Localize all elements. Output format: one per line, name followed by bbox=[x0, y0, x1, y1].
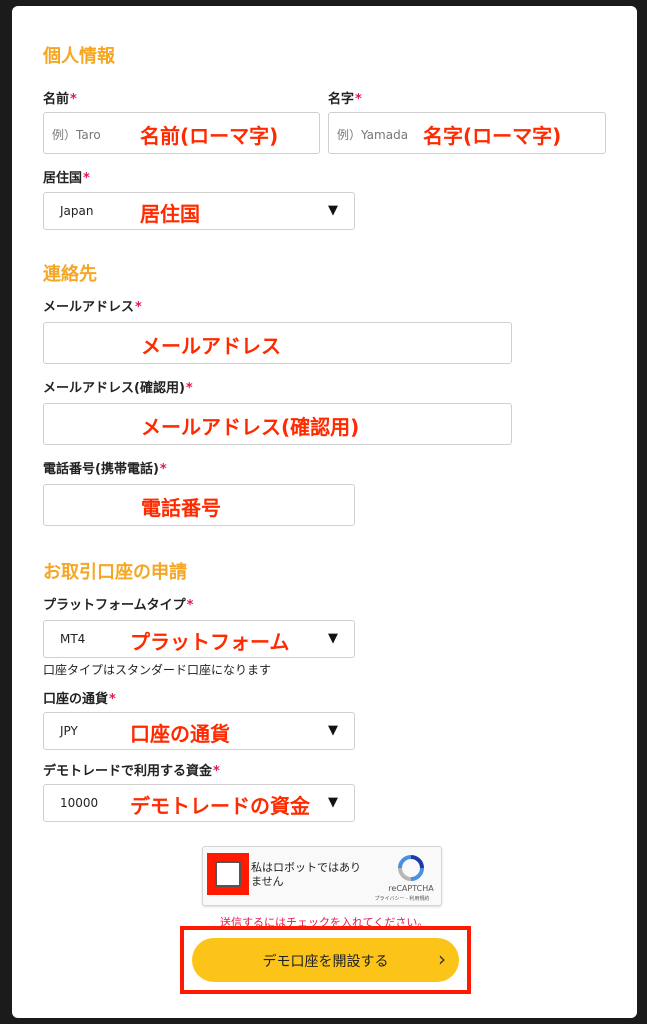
last-name-input[interactable]: 例）Yamada 名字(ローマ字) bbox=[328, 112, 606, 154]
email-annotation: メールアドレス bbox=[141, 334, 281, 358]
platform-annotation: プラットフォーム bbox=[130, 630, 290, 654]
phone-label: 電話番号(携帯電話)* bbox=[43, 462, 167, 477]
chevron-right-icon: › bbox=[438, 947, 446, 971]
country-label: 居住国* bbox=[43, 171, 90, 186]
section-title-contact: 連絡先 bbox=[43, 264, 97, 285]
chevron-down-icon: ▼ bbox=[328, 723, 338, 738]
currency-select[interactable]: JPY 口座の通貨 ▼ bbox=[43, 712, 355, 750]
currency-annotation: 口座の通貨 bbox=[130, 722, 230, 746]
funds-value: 10000 bbox=[60, 796, 99, 810]
recaptcha-widget: 私はロボットではありません reCAPTCHA プライバシー - 利用規約 bbox=[202, 846, 442, 906]
country-value: Japan bbox=[60, 204, 94, 218]
funds-label: デモトレードで利用する資金* bbox=[43, 764, 220, 779]
funds-select[interactable]: 10000 デモトレードの資金 ▼ bbox=[43, 784, 355, 822]
email-confirm-label: メールアドレス(確認用)* bbox=[43, 381, 193, 396]
chevron-down-icon: ▼ bbox=[328, 203, 338, 218]
first-name-label: 名前* bbox=[43, 92, 77, 107]
last-name-placeholder: 例）Yamada bbox=[337, 128, 409, 142]
first-name-annotation: 名前(ローマ字) bbox=[140, 124, 279, 148]
section-title-personal: 個人情報 bbox=[43, 46, 115, 67]
recaptcha-logo-icon bbox=[398, 855, 424, 881]
email-confirm-annotation: メールアドレス(確認用) bbox=[141, 415, 360, 439]
first-name-input[interactable]: 例）Taro 名前(ローマ字) bbox=[43, 112, 320, 154]
platform-value: MT4 bbox=[60, 632, 86, 646]
email-label: メールアドレス* bbox=[43, 300, 142, 315]
recaptcha-label: 私はロボットではありません bbox=[251, 861, 361, 888]
recaptcha-highlight bbox=[207, 853, 249, 895]
recaptcha-links[interactable]: プライバシー - 利用規約 bbox=[363, 895, 441, 902]
platform-note: 口座タイプはスタンダード口座になります bbox=[43, 663, 272, 677]
recaptcha-checkbox[interactable] bbox=[215, 861, 241, 887]
chevron-down-icon: ▼ bbox=[328, 795, 338, 810]
submit-button[interactable]: デモ口座を開設する › bbox=[192, 938, 459, 982]
first-name-placeholder: 例）Taro bbox=[52, 128, 101, 142]
platform-select[interactable]: MT4 プラットフォーム ▼ bbox=[43, 620, 355, 658]
chevron-down-icon: ▼ bbox=[328, 631, 338, 646]
submit-highlight: デモ口座を開設する › bbox=[180, 926, 471, 994]
country-select[interactable]: Japan 居住国 ▼ bbox=[43, 192, 355, 230]
email-confirm-input[interactable]: メールアドレス(確認用) bbox=[43, 403, 512, 445]
phone-input[interactable]: 電話番号 bbox=[43, 484, 355, 526]
phone-annotation: 電話番号 bbox=[141, 496, 221, 520]
country-annotation: 居住国 bbox=[140, 202, 200, 226]
recaptcha-brand: reCAPTCHA bbox=[388, 884, 434, 893]
last-name-label: 名字* bbox=[328, 92, 362, 107]
currency-label: 口座の通貨* bbox=[43, 692, 116, 707]
registration-form: 個人情報 名前* 例）Taro 名前(ローマ字) 名字* 例）Yamada 名字… bbox=[12, 6, 637, 1018]
funds-annotation: デモトレードの資金 bbox=[130, 794, 310, 818]
submit-label: デモ口座を開設する bbox=[262, 954, 389, 970]
last-name-annotation: 名字(ローマ字) bbox=[423, 124, 562, 148]
currency-value: JPY bbox=[60, 724, 78, 738]
section-title-account: お取引口座の申請 bbox=[43, 562, 187, 583]
platform-label: プラットフォームタイプ* bbox=[43, 598, 194, 613]
email-input[interactable]: メールアドレス bbox=[43, 322, 512, 364]
